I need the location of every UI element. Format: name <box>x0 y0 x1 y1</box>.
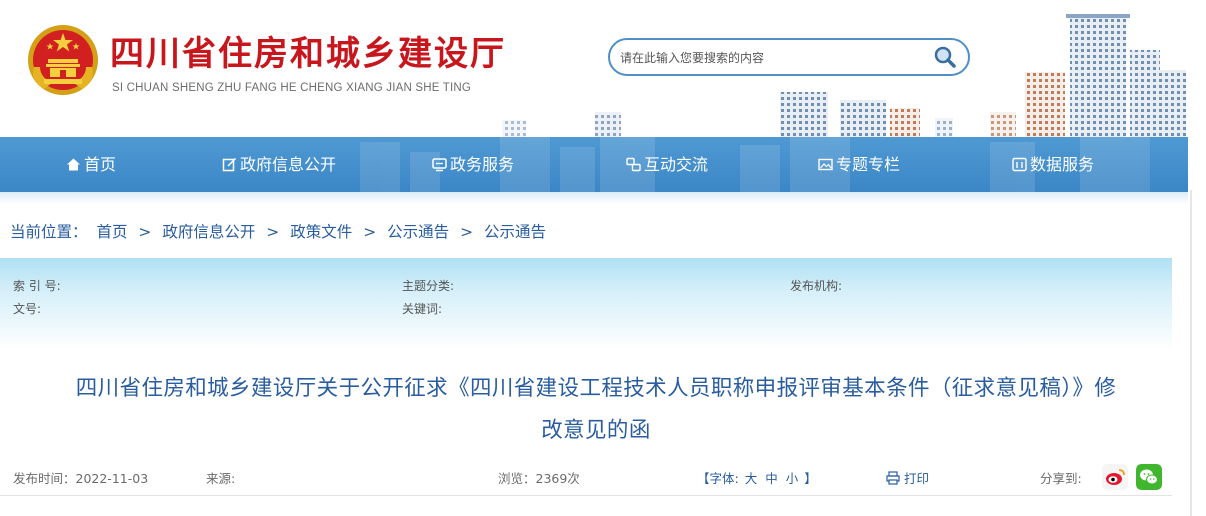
image-icon <box>818 158 833 171</box>
meta-keywords-label: 关键词: <box>402 302 443 316</box>
breadcrumb-prefix: 当前位置： <box>10 223 88 241</box>
breadcrumb-separator: > <box>363 223 377 241</box>
nav-item-label: 政务服务 <box>450 155 515 174</box>
nav-bottom-strip <box>0 192 1188 204</box>
page-right-border <box>1190 190 1192 516</box>
breadcrumb-item-notices-current[interactable]: 公示通告 <box>484 223 546 241</box>
share-label: 分享到: <box>1040 471 1082 486</box>
printer-icon <box>886 470 900 485</box>
view-count: 浏览：2369次 <box>498 471 580 486</box>
monitor-icon <box>432 158 447 172</box>
breadcrumb: 当前位置： 首页 > 政府信息公开 > 政策文件 > 公示通告 > 公示通告 <box>10 220 546 242</box>
nav-item-label: 数据服务 <box>1030 155 1095 174</box>
meta-publisher-label: 发布机构: <box>790 279 843 293</box>
article-info-bar: 发布时间：2022-11-03 来源: 浏览：2369次 【字体: 大 中 小 … <box>0 460 1172 496</box>
nav-item-home[interactable]: 首页 <box>66 137 116 192</box>
nav-skyline-bg <box>360 137 1150 192</box>
breadcrumb-item-notices[interactable]: 公示通告 <box>387 223 449 241</box>
document-meta-box: 索 引 号: 文号: 主题分类: 关键词: 发布机构: <box>0 258 1172 350</box>
print-button[interactable]: 打印 <box>886 468 929 487</box>
nav-item-special-topics[interactable]: 专题专栏 <box>818 137 900 192</box>
meta-topic-label: 主题分类: <box>402 279 455 293</box>
nav-item-interaction[interactable]: 互动交流 <box>626 137 708 192</box>
nav-item-label: 首页 <box>84 155 117 174</box>
database-icon <box>1012 157 1027 172</box>
article-title: 四川省住房和城乡建设厅关于公开征求《四川省建设工程技术人员职称申报评审基本条件（… <box>14 372 1178 448</box>
weibo-icon[interactable] <box>1102 464 1128 490</box>
font-size-controls: 【字体: 大 中 小 】 <box>697 468 817 487</box>
breadcrumb-item-government-info[interactable]: 政府信息公开 <box>162 223 255 241</box>
breadcrumb-item-home[interactable]: 首页 <box>96 223 127 241</box>
breadcrumb-separator: > <box>266 223 280 241</box>
source-label: 来源: <box>206 471 236 486</box>
exchange-icon <box>626 157 641 172</box>
nav-item-label: 互动交流 <box>644 155 709 174</box>
meta-index-number-label: 索 引 号: <box>13 279 61 293</box>
nav-item-government-services[interactable]: 政务服务 <box>432 137 514 192</box>
nav-item-government-info[interactable]: 政府信息公开 <box>222 137 336 192</box>
edit-icon <box>222 157 237 172</box>
font-size-large-link[interactable]: 大 <box>745 471 758 486</box>
search-input[interactable] <box>620 48 920 68</box>
font-size-medium-link[interactable]: 中 <box>765 471 778 486</box>
nav-item-data-services[interactable]: 数据服务 <box>1012 137 1094 192</box>
home-icon <box>67 158 80 171</box>
breadcrumb-separator: > <box>138 223 152 241</box>
nav-item-label: 政府信息公开 <box>240 155 337 174</box>
font-size-suffix: 】 <box>804 471 817 486</box>
font-size-prefix: 【字体: <box>697 471 739 486</box>
font-size-small-link[interactable]: 小 <box>786 471 799 486</box>
publish-time: 发布时间：2022-11-03 <box>13 471 149 486</box>
print-label: 打印 <box>904 471 930 486</box>
article-title-line: 改意见的函 <box>541 418 651 443</box>
search-box <box>608 38 970 76</box>
national-emblem-icon <box>28 25 98 95</box>
wechat-icon[interactable] <box>1136 464 1162 490</box>
meta-document-number-label: 文号: <box>13 302 42 316</box>
breadcrumb-item-policy-docs[interactable]: 政策文件 <box>290 223 352 241</box>
nav-item-label: 专题专栏 <box>836 155 901 174</box>
breadcrumb-separator: > <box>460 223 474 241</box>
site-header: 四川省住房和城乡建设厅 SI CHUAN SHENG ZHU FANG HE C… <box>0 0 1206 137</box>
search-icon[interactable] <box>932 44 958 70</box>
article-title-line: 四川省住房和城乡建设厅关于公开征求《四川省建设工程技术人员职称申报评审基本条件（… <box>75 376 1117 401</box>
main-nav: 首页 政府信息公开 政务服务 互动交流 专题专栏 数据服务 <box>0 137 1188 192</box>
